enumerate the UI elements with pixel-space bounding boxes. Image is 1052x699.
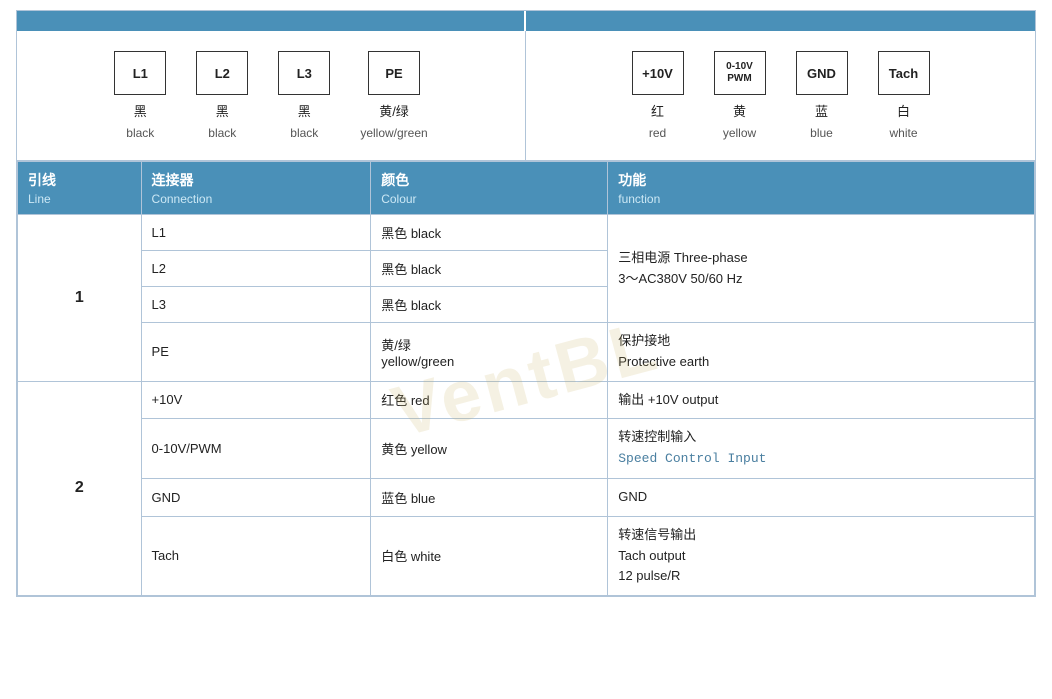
colour-cell: 黄色 yellow: [371, 419, 608, 479]
connection-cell: GND: [141, 478, 371, 516]
table-row: 0-10V/PWM黄色 yellow转速控制输入Speed Control In…: [18, 419, 1035, 479]
function-cell: GND: [608, 478, 1035, 516]
connector-label-cn: 黑: [216, 101, 229, 120]
colour-cell: 黑色 black: [371, 215, 608, 251]
diagram-row: L1 黑 black L2 黑 black L3 黑 black PE 黄/绿 yellow/gree…: [17, 31, 1035, 161]
header-line2: [526, 11, 1035, 31]
connector-item: PE 黄/绿 yellow/green: [360, 51, 427, 140]
connection-cell: +10V: [141, 381, 371, 419]
connector-item: 0-10V PWM 黄 yellow: [714, 51, 766, 140]
connector-label-cn: 黄: [733, 101, 746, 120]
colour-cell: 黄/绿 yellow/green: [371, 323, 608, 382]
colour-cell: 黑色 black: [371, 287, 608, 323]
connector-item: L1 黑 black: [114, 51, 166, 140]
header-row: [17, 11, 1035, 31]
table-row: 1L1黑色 black三相电源 Three-phase 3～AC380V 50/…: [18, 215, 1035, 251]
connector-item: Tach 白 white: [878, 51, 930, 140]
connector-box: Tach: [878, 51, 930, 95]
connection-cell: L2: [141, 251, 371, 287]
table-header-cell: 引线Line: [18, 162, 142, 215]
connection-cell: Tach: [141, 516, 371, 595]
connector-box: 0-10V PWM: [714, 51, 766, 95]
connection-cell: PE: [141, 323, 371, 382]
function-cell: 转速控制输入Speed Control Input: [608, 419, 1035, 479]
table-row: PE黄/绿 yellow/green保护接地 Protective earth: [18, 323, 1035, 382]
connector-box: GND: [796, 51, 848, 95]
connection-cell: L1: [141, 215, 371, 251]
connector-label-cn: 黑: [298, 101, 311, 120]
connector-item: GND 蓝 blue: [796, 51, 848, 140]
diagram-line1: L1 黑 black L2 黑 black L3 黑 black PE 黄/绿 yellow/gree…: [17, 31, 526, 160]
table-row: 2+10V红色 red输出 +10V output: [18, 381, 1035, 419]
colour-cell: 蓝色 blue: [371, 478, 608, 516]
connector-label-cn: 黄/绿: [379, 101, 409, 120]
table-header-cell: 连接器Connection: [141, 162, 371, 215]
connector-label-en: black: [126, 126, 154, 140]
connector-label-en: yellow: [723, 126, 756, 140]
connection-cell: 0-10V/PWM: [141, 419, 371, 479]
connector-label-en: red: [649, 126, 666, 140]
function-cell: 输出 +10V output: [608, 381, 1035, 419]
table-header-cell: 功能function: [608, 162, 1035, 215]
connector-label-en: black: [290, 126, 318, 140]
connector-box: L2: [196, 51, 248, 95]
connector-label-en: black: [208, 126, 236, 140]
function-cell: 三相电源 Three-phase 3～AC380V 50/60 Hz: [608, 215, 1035, 323]
function-cell: 转速信号输出 Tach output 12 pulse/R: [608, 516, 1035, 595]
connector-item: L3 黑 black: [278, 51, 330, 140]
table-row: Tach白色 white转速信号输出 Tach output 12 pulse/…: [18, 516, 1035, 595]
connector-label-cn: 黑: [134, 101, 147, 120]
connector-box: L3: [278, 51, 330, 95]
connector-label-en: white: [889, 126, 917, 140]
connector-label-en: yellow/green: [360, 126, 427, 140]
connector-box: +10V: [632, 51, 684, 95]
connector-item: +10V 红 red: [632, 51, 684, 140]
connection-cell: L3: [141, 287, 371, 323]
colour-cell: 白色 white: [371, 516, 608, 595]
connector-label-cn: 蓝: [815, 101, 828, 120]
connector-label-en: blue: [810, 126, 833, 140]
main-container: L1 黑 black L2 黑 black L3 黑 black PE 黄/绿 yellow/gree…: [16, 10, 1036, 597]
diagram-line2: +10V 红 red 0-10V PWM 黄 yellow GND 蓝 blue Tach 白 whi…: [526, 31, 1035, 160]
colour-cell: 红色 red: [371, 381, 608, 419]
table-row: GND蓝色 blueGND: [18, 478, 1035, 516]
data-table: 引线Line连接器Connection颜色Colour功能function 1L…: [17, 161, 1035, 596]
function-cell: 保护接地 Protective earth: [608, 323, 1035, 382]
line-number-cell: 2: [18, 381, 142, 596]
connector-box: PE: [368, 51, 420, 95]
table-header-cell: 颜色Colour: [371, 162, 608, 215]
connector-label-cn: 红: [651, 101, 664, 120]
connector-label-cn: 白: [897, 101, 910, 120]
line-number-cell: 1: [18, 215, 142, 382]
connector-item: L2 黑 black: [196, 51, 248, 140]
colour-cell: 黑色 black: [371, 251, 608, 287]
table-section: VentBL 引线Line连接器Connection颜色Colour功能func…: [17, 161, 1035, 596]
header-line1: [17, 11, 526, 31]
connector-box: L1: [114, 51, 166, 95]
